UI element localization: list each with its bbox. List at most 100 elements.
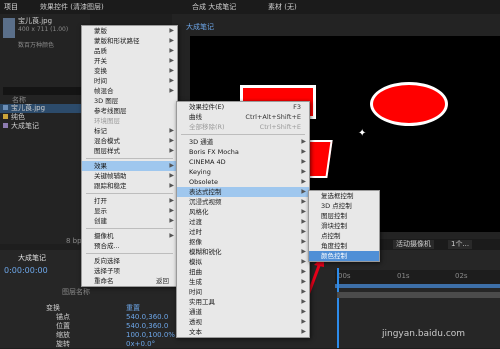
menu-item-effect-controls[interactable]: 效果控件(E) F3: [177, 102, 309, 112]
menu-item-keying[interactable]: Keying ▶: [177, 167, 309, 177]
menu-item-precompose[interactable]: 预合成...: [82, 241, 177, 251]
footage-tab[interactable]: 素材 (无): [268, 3, 297, 12]
chevron-right-icon: ▶: [301, 188, 306, 195]
scale-row[interactable]: 缩放 100.0,100.0%: [56, 331, 176, 340]
menu-item-color-control[interactable]: 颜色控制: [309, 251, 379, 261]
menu-item-time[interactable]: 时间 ▶: [82, 76, 177, 86]
menu-item-rename[interactable]: 重命名 返回: [82, 276, 177, 286]
menu-item-label: 显示: [94, 207, 107, 215]
label-color-swatch: [3, 114, 8, 119]
menu-item-quality[interactable]: 品质 ▶: [82, 46, 177, 56]
menu-item-immersive-video[interactable]: 沉浸式视频 ▶: [177, 197, 309, 207]
menu-item-label: 颜色控制: [321, 252, 347, 260]
menu-item-label: 3D 图层: [94, 97, 119, 105]
menu-item-effect[interactable]: 效果 ▶: [82, 161, 177, 171]
chevron-right-icon: ▶: [301, 318, 306, 325]
menu-item-blur-sharpen[interactable]: 模糊和锐化 ▶: [177, 247, 309, 257]
menu-item-reveal[interactable]: 显示 ▶: [82, 206, 177, 216]
layer-context-menu: 蒙版 ▶ 蒙版和形状路径 ▶ 品质 ▶ 开关 ▶ 变换 ▶ 时间 ▶ 帧混合 ▶ 3D 图层 …: [81, 25, 178, 287]
menu-item-mask-shape-path[interactable]: 蒙版和形状路径 ▶: [82, 36, 177, 46]
menu-item-generate[interactable]: 生成 ▶: [177, 277, 309, 287]
menu-item-label: 图层控制: [321, 212, 347, 220]
menu-item-checkbox-control[interactable]: 复选框控制: [309, 191, 379, 201]
menu-item-transform[interactable]: 变换 ▶: [82, 66, 177, 76]
list-item[interactable]: 大成笔记: [0, 122, 90, 131]
menu-item-3d-channel[interactable]: 3D 通道 ▶: [177, 137, 309, 147]
row-label: 变换: [46, 304, 60, 312]
list-item[interactable]: 纯色: [0, 113, 90, 122]
time-ruler: [335, 270, 500, 284]
row-value[interactable]: 540.0,360.0: [126, 313, 168, 322]
project-search-input[interactable]: [3, 87, 83, 95]
menu-item-slider-control[interactable]: 滑块控制: [309, 221, 379, 231]
menu-item-angle-control[interactable]: 角度控制: [309, 241, 379, 251]
menu-item-channel[interactable]: 通道 ▶: [177, 307, 309, 317]
row-value[interactable]: 重置: [126, 304, 140, 313]
menu-item-label: 过渡: [189, 218, 202, 226]
composition-tab[interactable]: 合成 大成笔记: [192, 3, 236, 12]
menu-item-simulation[interactable]: 模拟 ▶: [177, 257, 309, 267]
menu-item-utility[interactable]: 实用工具 ▶: [177, 297, 309, 307]
row-value[interactable]: 100.0,100.0%: [126, 331, 175, 340]
playhead[interactable]: [337, 268, 339, 348]
menu-item-markers[interactable]: 标记 ▶: [82, 126, 177, 136]
timeline-tab[interactable]: 大成笔记: [18, 254, 46, 263]
menu-item-distort[interactable]: 扭曲 ▶: [177, 267, 309, 277]
menu-item-boris-fx-mocha[interactable]: Boris FX Mocha ▶: [177, 147, 309, 157]
transform-row[interactable]: 变换 重置: [46, 304, 176, 313]
menu-item-point-control[interactable]: 点控制: [309, 231, 379, 241]
menu-item-keyframe-assistant[interactable]: 关键帧辅助 ▶: [82, 171, 177, 181]
menu-item-obsolete[interactable]: Obsolete ▶: [177, 177, 309, 187]
menu-item-camera[interactable]: 摄像机 ▶: [82, 231, 177, 241]
menu-item-text[interactable]: 文本 ▶: [177, 327, 309, 337]
chevron-right-icon: ▶: [169, 147, 174, 154]
comp-breadcrumb[interactable]: 大成笔记: [186, 23, 214, 32]
menu-item-switches[interactable]: 开关 ▶: [82, 56, 177, 66]
source-name-header: 图层名称: [62, 288, 90, 296]
menu-item-perspective[interactable]: 透视 ▶: [177, 317, 309, 327]
menu-item-guide-layer[interactable]: 参考线图层: [82, 106, 177, 116]
position-row[interactable]: 位置 540.0,360.0: [56, 322, 176, 331]
menu-item-obsolete-cn[interactable]: 过时 ▶: [177, 227, 309, 237]
menu-item-label: 重命名: [94, 277, 114, 285]
menu-item-3d-layer[interactable]: 3D 图层: [82, 96, 177, 106]
chevron-right-icon: ▶: [301, 248, 306, 255]
menu-item-expression-controls[interactable]: 表达式控制 ▶: [177, 187, 309, 197]
menu-item-blend-mode[interactable]: 混合模式 ▶: [82, 136, 177, 146]
menu-item-shortcut: Ctrl+Alt+Shift+E: [245, 113, 301, 121]
timeline-timecode[interactable]: 0:00:00:00: [4, 266, 48, 275]
menu-item-track-stabilize[interactable]: 跟踪和稳定 ▶: [82, 181, 177, 191]
menu-item-keying-cn[interactable]: 抠像 ▶: [177, 237, 309, 247]
menu-item-3d-point-control[interactable]: 3D 点控制: [309, 201, 379, 211]
menu-item-stylize[interactable]: 风格化 ▶: [177, 207, 309, 217]
menu-item-open[interactable]: 打开 ▶: [82, 196, 177, 206]
menu-item-select-children[interactable]: 选择子项: [82, 266, 177, 276]
menu-item-time-effects[interactable]: 时间 ▶: [177, 287, 309, 297]
menu-item-transition[interactable]: 过渡 ▶: [177, 217, 309, 227]
project-item-mode: 数百万种颜色: [18, 42, 55, 49]
camera-dropdown[interactable]: 活动摄像机: [393, 240, 434, 249]
list-item-label: 宝儿莨.jpg: [11, 104, 46, 112]
anchor-row[interactable]: 锚点 540.0,360.0: [56, 313, 176, 322]
layer-bar[interactable]: [337, 292, 500, 298]
menu-item-curves[interactable]: 曲线 Ctrl+Alt+Shift+E: [177, 112, 309, 122]
menu-item-label: 时间: [189, 288, 202, 296]
effects-controls-tab[interactable]: 效果控件 (清漆图层): [40, 3, 104, 12]
menu-item-frame-blend[interactable]: 帧混合 ▶: [82, 86, 177, 96]
chevron-right-icon: ▶: [301, 208, 306, 215]
menu-item-layer-styles[interactable]: 图层样式 ▶: [82, 146, 177, 156]
chevron-right-icon: ▶: [169, 182, 174, 189]
chevron-right-icon: ▶: [301, 198, 306, 205]
menu-item-invert-selection[interactable]: 反向选择: [82, 256, 177, 266]
chevron-right-icon: ▶: [301, 238, 306, 245]
menu-item-mask[interactable]: 蒙版 ▶: [82, 26, 177, 36]
menu-item-create[interactable]: 创建 ▶: [82, 216, 177, 226]
views-dropdown[interactable]: 1个...: [448, 240, 473, 249]
menu-item-cinema-4d[interactable]: CINEMA 4D ▶: [177, 157, 309, 167]
work-area-bar[interactable]: [335, 284, 500, 288]
menu-item-layer-control[interactable]: 图层控制: [309, 211, 379, 221]
project-panel-label[interactable]: 项目: [4, 3, 18, 12]
label-color-swatch: [3, 105, 8, 110]
list-item[interactable]: 宝儿莨.jpg: [0, 104, 90, 113]
row-value[interactable]: 540.0,360.0: [126, 322, 168, 331]
